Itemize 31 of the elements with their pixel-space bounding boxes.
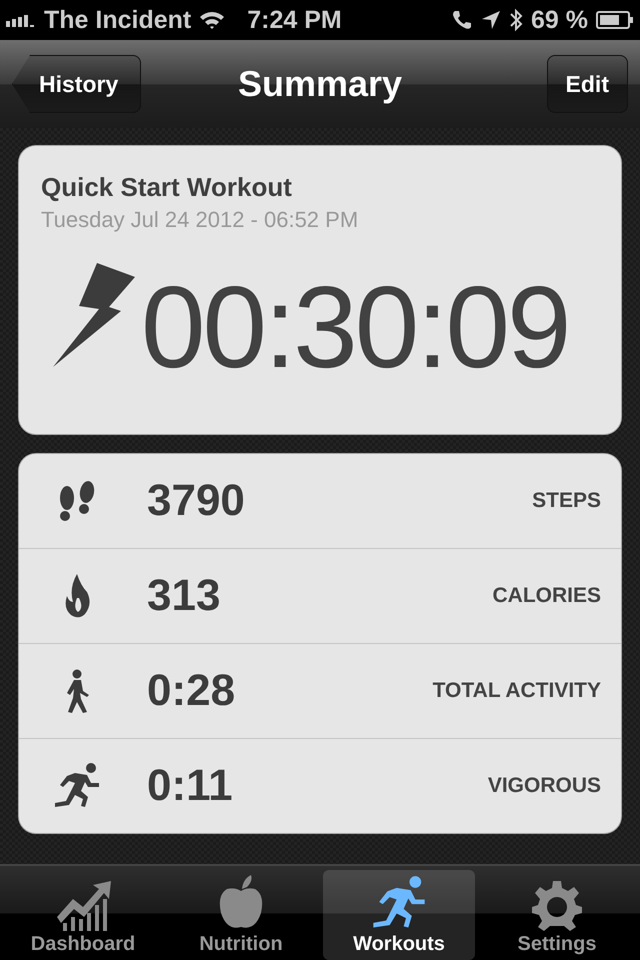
workout-title: Quick Start Workout: [41, 172, 293, 203]
bluetooth-icon: [509, 8, 524, 32]
back-button[interactable]: History: [12, 55, 142, 113]
stat-value: 0:11: [147, 761, 233, 811]
workout-date: Tuesday Jul 24 2012 - 06:52 PM: [41, 207, 360, 233]
tab[interactable]: Nutrition: [165, 870, 317, 960]
lightning-icon: [53, 263, 135, 367]
workout-duration: 00:30:09: [141, 269, 569, 385]
settings-icon: [531, 879, 583, 931]
stat-value: 3790: [147, 476, 245, 526]
screen-title: Summary: [238, 63, 402, 105]
battery-percent: 69 %: [531, 6, 588, 34]
tab[interactable]: Workouts: [323, 870, 475, 960]
signal-icon: [6, 13, 36, 27]
wifi-icon: [199, 10, 226, 30]
battery-icon: [596, 11, 634, 29]
stat-label: CALORIES: [492, 584, 601, 608]
edit-button[interactable]: Edit: [546, 55, 628, 113]
stat-value: 0:28: [147, 666, 236, 716]
tab[interactable]: Dashboard: [7, 870, 159, 960]
status-time: 7:24 PM: [247, 6, 342, 34]
stat-label: STEPS: [532, 489, 601, 513]
location-icon: [481, 10, 502, 30]
stat-label: TOTAL ACTIVITY: [432, 679, 601, 703]
tab[interactable]: Settings: [481, 870, 633, 960]
stat-value: 313: [147, 571, 220, 621]
phone-icon: [451, 9, 474, 31]
carrier-name: The Incident: [44, 6, 192, 34]
stat-label: VIGOROUS: [488, 774, 601, 798]
running-person-icon: [53, 763, 101, 809]
flame-icon: [63, 574, 91, 618]
